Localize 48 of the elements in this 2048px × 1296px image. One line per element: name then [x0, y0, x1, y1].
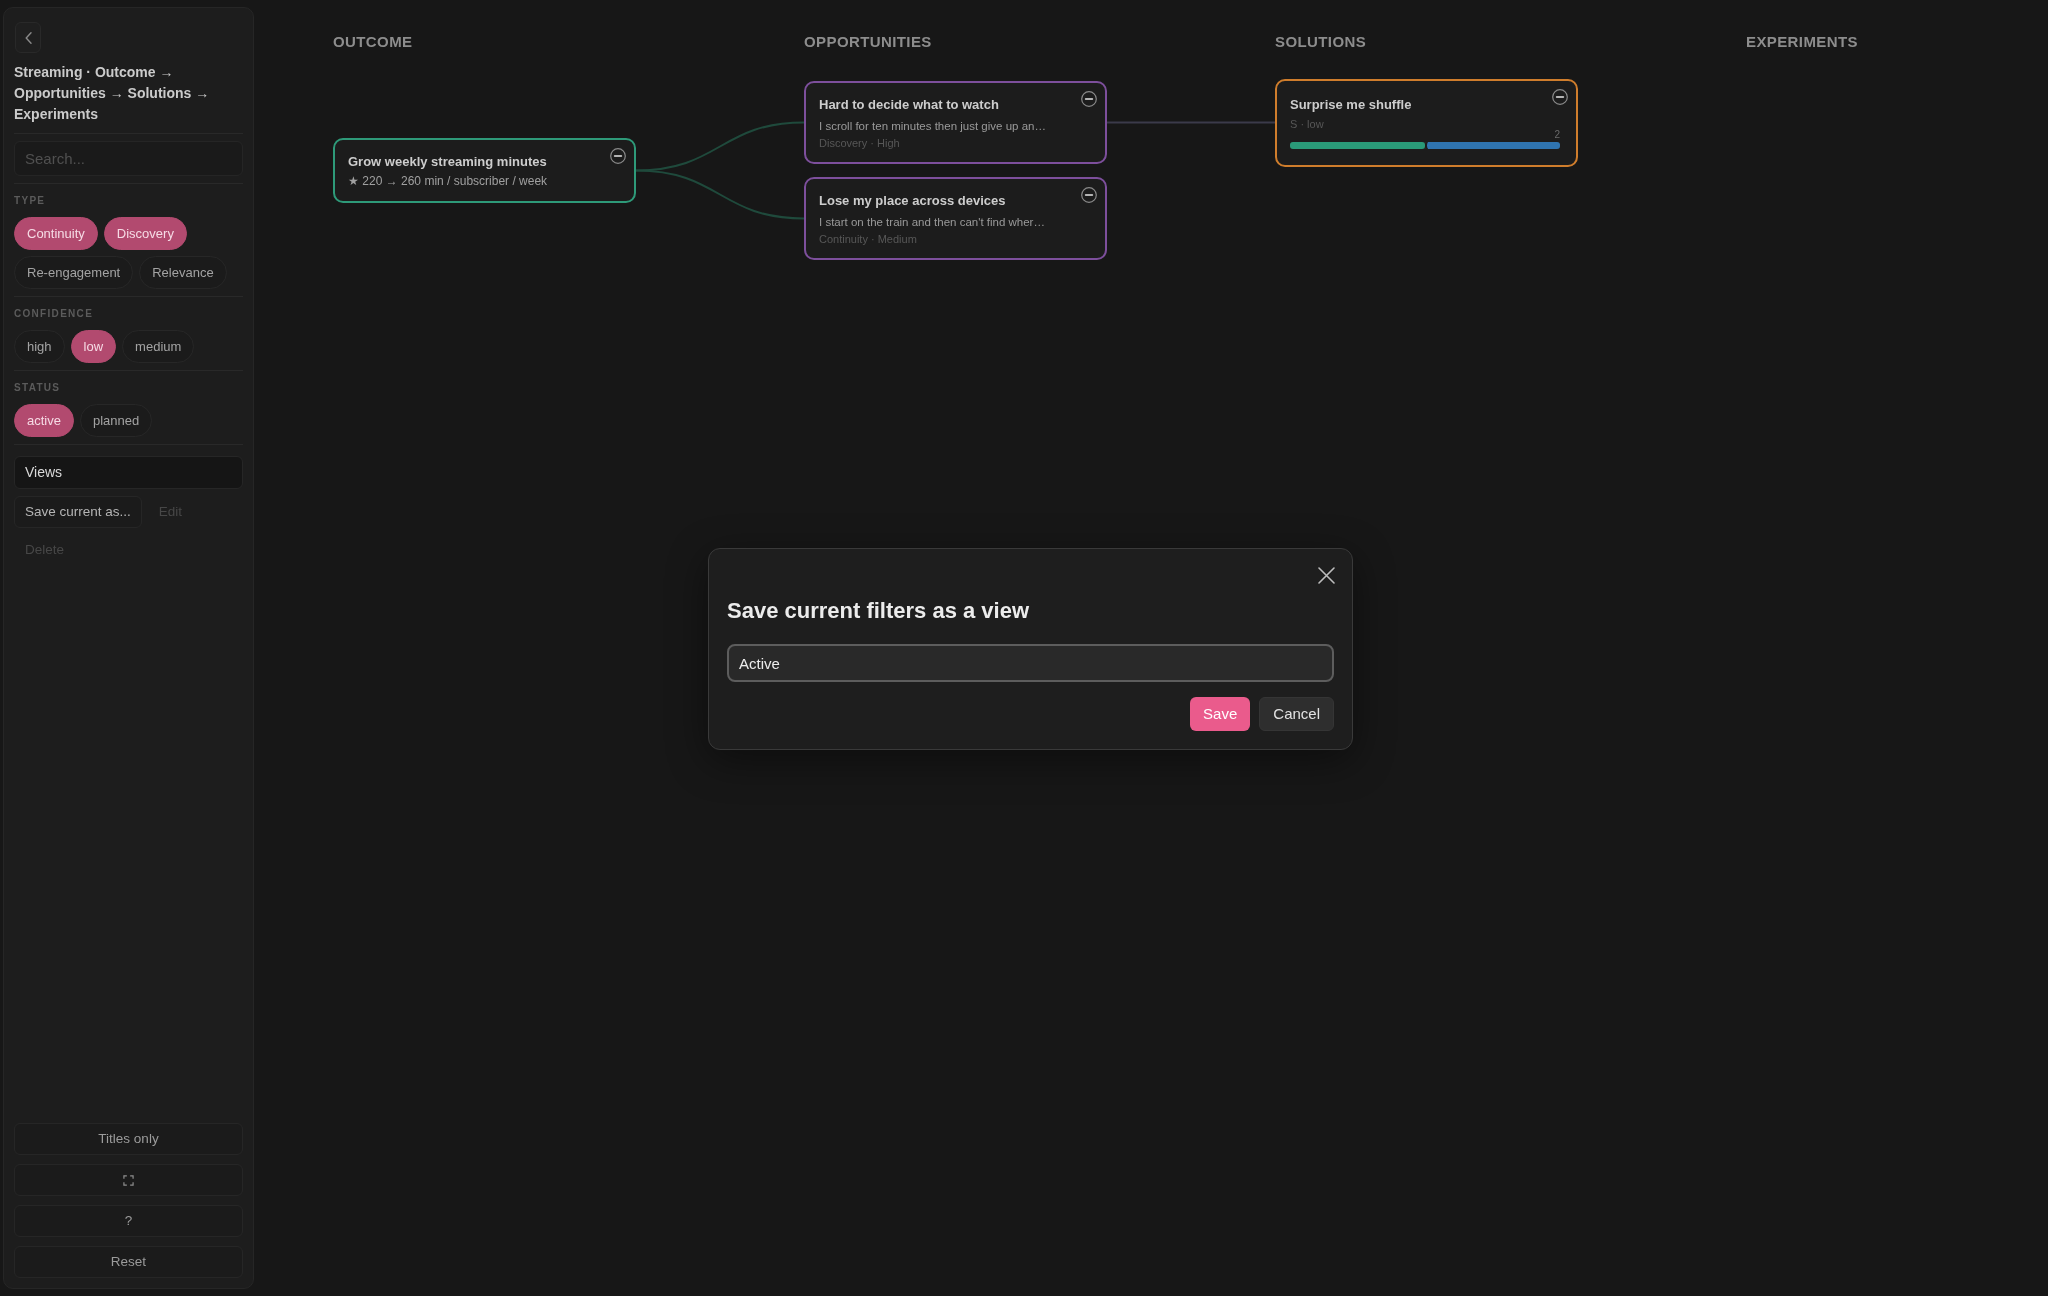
- column-heading: SOLUTIONS: [1275, 33, 1367, 51]
- save-view-button[interactable]: Save current as...: [14, 496, 142, 528]
- filter-chip[interactable]: planned: [79, 404, 153, 437]
- help-button[interactable]: ?: [14, 1205, 243, 1237]
- chevron-left-icon: [24, 31, 32, 44]
- node-title: Lose my place across devices: [819, 192, 1007, 210]
- node-title: Surprise me shuffle: [1290, 95, 1413, 114]
- node-title: Grow weekly streaming minutes: [348, 153, 548, 171]
- sidebar-title: Streaming · Outcome → Opportunities → Solutions → Experiments: [14, 63, 211, 124]
- solution-node[interactable]: Surprise me shuffle S · low 2: [1275, 78, 1578, 167]
- column-heading: OUTCOME: [333, 33, 413, 51]
- cancel-button[interactable]: Cancel: [1259, 697, 1334, 731]
- views-dropdown[interactable]: Views: [14, 456, 243, 489]
- node-description: I scroll for ten minutes then just give up an…: [819, 119, 1047, 134]
- filter-chip[interactable]: Relevance: [139, 256, 227, 289]
- filter-group-label: STATUS: [14, 381, 62, 394]
- outcome-node[interactable]: Grow weekly streaming minutes ★ 220 → 260 min / subscriber / week: [333, 138, 636, 203]
- view-name-field[interactable]: Active: [727, 644, 1334, 682]
- filter-chip[interactable]: active: [14, 404, 74, 437]
- node-metric: ★ 220 → 260 min / subscriber / week: [348, 173, 549, 189]
- dialog-title: Save current filters as a view: [727, 597, 1030, 625]
- minus-circle-icon[interactable]: [1081, 91, 1097, 107]
- minus-circle-icon[interactable]: [1081, 187, 1097, 203]
- filter-chip[interactable]: Discovery: [103, 217, 187, 250]
- node-meta: S · low: [1290, 116, 1325, 131]
- node-meta: Discovery · High: [819, 136, 901, 150]
- close-icon[interactable]: [1318, 567, 1335, 584]
- collapse-button[interactable]: [15, 22, 41, 53]
- titles-only-button[interactable]: Titles only: [14, 1123, 243, 1155]
- filter-chip[interactable]: Re-engagement: [14, 256, 134, 289]
- filter-chip[interactable]: medium: [122, 330, 195, 363]
- minus-circle-icon[interactable]: [1552, 88, 1568, 105]
- filter-group-label: CONFIDENCE: [14, 307, 95, 320]
- node-meta: Continuity · Medium: [819, 232, 918, 246]
- opportunity-node[interactable]: Hard to decide what to watch I scroll for ten minutes then just give up an… Discovery · High: [804, 81, 1107, 164]
- filter-chip[interactable]: high: [14, 330, 65, 363]
- column-heading: OPPORTUNITIES: [804, 33, 932, 51]
- filter-group-label: TYPE: [14, 194, 47, 207]
- column-heading: EXPERIMENTS: [1746, 33, 1858, 51]
- minus-circle-icon[interactable]: [610, 148, 626, 164]
- filter-chip[interactable]: Continuity: [14, 217, 98, 250]
- corners-icon: [123, 1174, 134, 1186]
- opportunity-node[interactable]: Lose my place across devices I start on the train and then can't find wher… Continuity · Medium: [804, 177, 1107, 260]
- reset-button[interactable]: Reset: [14, 1246, 243, 1278]
- node-count: 2: [1554, 128, 1560, 140]
- node-title: Hard to decide what to watch: [819, 96, 1000, 114]
- filter-chip[interactable]: low: [70, 330, 117, 363]
- node-description: I start on the train and then can't find wher…: [819, 215, 1046, 230]
